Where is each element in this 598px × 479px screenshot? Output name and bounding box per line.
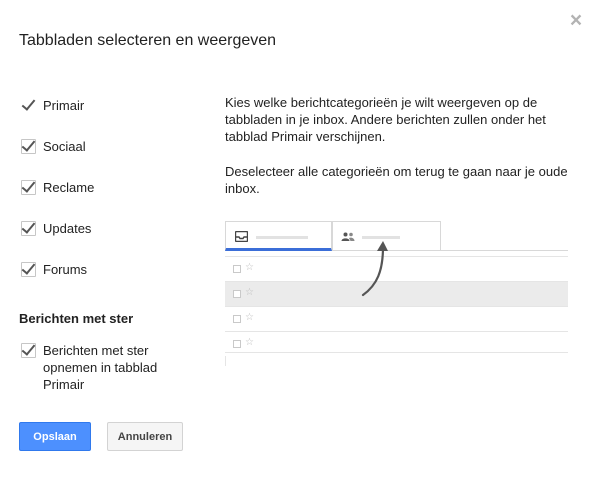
tabs-settings-dialog: × Tabbladen selecteren en weergeven Prim… bbox=[0, 0, 598, 479]
starred-option[interactable]: Berichten met ster opnemen in tabblad Pr… bbox=[21, 342, 157, 393]
checkbox-starred[interactable] bbox=[21, 343, 36, 358]
star-icon: ☆ bbox=[245, 312, 254, 323]
starred-label-line1: Berichten met ster bbox=[43, 343, 149, 358]
starred-label-line3: Primair bbox=[43, 377, 85, 392]
preview-message-row: ☆ bbox=[225, 281, 568, 306]
inbox-icon bbox=[235, 231, 248, 242]
starred-label-line2: opnemen in tabblad bbox=[43, 360, 158, 375]
inbox-preview: ☆ ☆ ☆ ☆ bbox=[225, 221, 568, 366]
dialog-title: Tabbladen selecteren en weergeven bbox=[19, 32, 277, 49]
preview-bottom-border bbox=[225, 352, 568, 353]
star-icon: ☆ bbox=[245, 287, 254, 298]
row-checkbox-icon bbox=[233, 265, 241, 273]
category-label: Primair bbox=[43, 98, 85, 113]
people-icon bbox=[341, 232, 355, 241]
category-reclame[interactable]: Reclame bbox=[21, 179, 94, 196]
preview-tab-placeholder bbox=[256, 236, 308, 239]
category-forums[interactable]: Forums bbox=[21, 261, 87, 278]
row-checkbox-icon bbox=[233, 315, 241, 323]
cancel-button[interactable]: Annuleren bbox=[107, 422, 183, 451]
category-primair[interactable]: Primair bbox=[21, 97, 84, 114]
save-button[interactable]: Opslaan bbox=[19, 422, 91, 451]
category-label: Sociaal bbox=[43, 139, 86, 154]
checkbox-updates[interactable] bbox=[21, 221, 36, 236]
preview-message-list: ☆ ☆ ☆ ☆ bbox=[225, 256, 568, 356]
checkbox-primair[interactable] bbox=[21, 98, 36, 113]
star-icon: ☆ bbox=[245, 262, 254, 273]
checkbox-sociaal[interactable] bbox=[21, 139, 36, 154]
close-icon[interactable]: × bbox=[566, 10, 586, 31]
category-updates[interactable]: Updates bbox=[21, 220, 91, 237]
preview-message-row: ☆ bbox=[225, 306, 568, 331]
preview-tab-primary bbox=[225, 221, 332, 251]
checkbox-reclame[interactable] bbox=[21, 180, 36, 195]
description-paragraph-1: Kies welke berichtcategorieën je wilt we… bbox=[225, 95, 546, 144]
preview-message-row: ☆ bbox=[225, 256, 568, 281]
starred-section-title: Berichten met ster bbox=[19, 311, 134, 326]
description-paragraph-2: Deselecteer alle categorieën om terug te… bbox=[225, 164, 568, 196]
row-checkbox-icon bbox=[233, 290, 241, 298]
starred-option-label: Berichten met ster opnemen in tabblad Pr… bbox=[43, 342, 157, 393]
row-checkbox-icon bbox=[233, 340, 241, 348]
checkbox-forums[interactable] bbox=[21, 262, 36, 277]
category-label: Reclame bbox=[43, 180, 95, 195]
category-sociaal[interactable]: Sociaal bbox=[21, 138, 86, 155]
curved-arrow-icon bbox=[361, 241, 388, 297]
star-icon: ☆ bbox=[245, 337, 254, 348]
category-label: Updates bbox=[43, 221, 92, 236]
category-label: Forums bbox=[43, 262, 88, 277]
